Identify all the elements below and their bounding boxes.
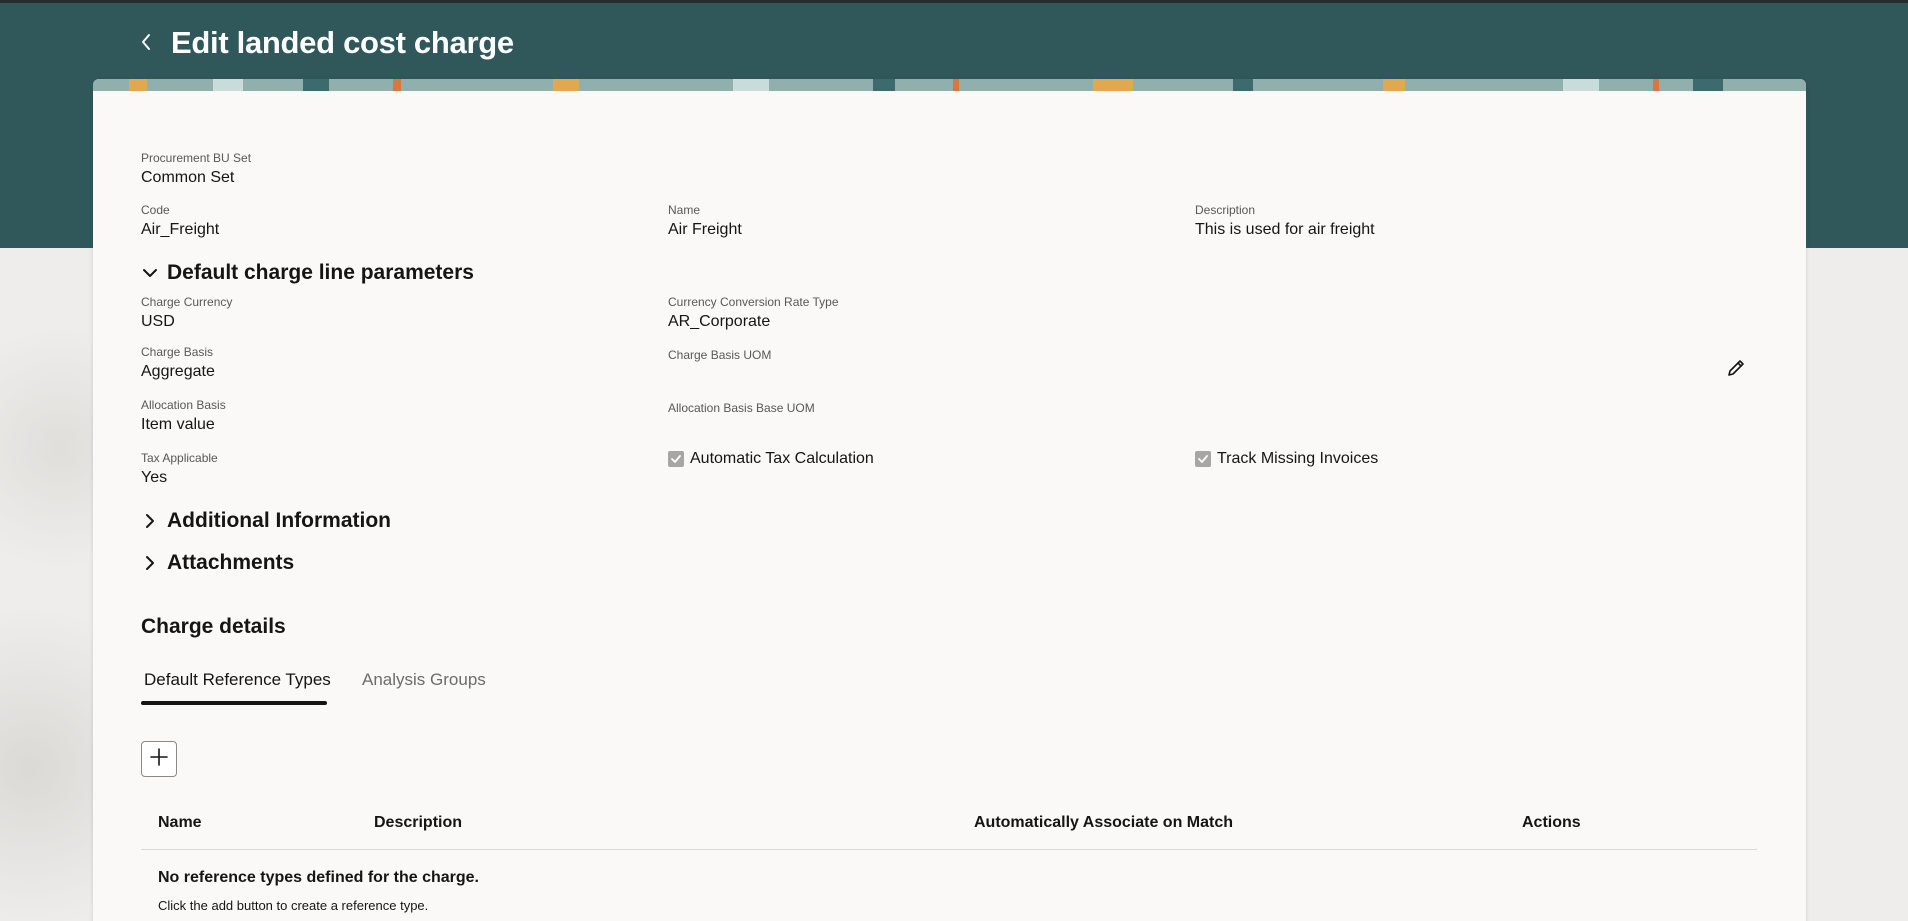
- charge-basis-field: Charge Basis Aggregate: [141, 345, 215, 383]
- empty-state-message: Click the add button to create a referen…: [158, 898, 429, 913]
- automatic-tax-calculation-checkbox[interactable]: Automatic Tax Calculation: [668, 450, 874, 468]
- tax-applicable-value: Yes: [141, 469, 168, 486]
- charge-currency-label: Charge Currency: [141, 295, 233, 309]
- name-label: Name: [668, 203, 701, 217]
- description-label: Description: [1195, 203, 1256, 217]
- attachments-toggle[interactable]: Attachments: [141, 549, 294, 577]
- charge-basis-uom-field: Charge Basis UOM: [668, 348, 771, 364]
- name-value: Air Freight: [668, 221, 742, 238]
- allocation-basis-label: Allocation Basis: [141, 398, 226, 412]
- allocation-basis-base-uom-label: Allocation Basis Base UOM: [668, 401, 815, 415]
- column-header-actions[interactable]: Actions: [1522, 812, 1581, 834]
- column-header-description[interactable]: Description: [374, 812, 462, 834]
- procurement-bu-set-label: Procurement BU Set: [141, 151, 252, 165]
- checkmark-icon: [1195, 451, 1211, 467]
- edit-button[interactable]: [1721, 355, 1751, 385]
- description-value: This is used for air freight: [1195, 221, 1375, 238]
- conversion-rate-type-label: Currency Conversion Rate Type: [668, 295, 839, 309]
- default-charge-section-toggle[interactable]: Default charge line parameters: [141, 259, 474, 287]
- add-reference-type-button[interactable]: [141, 741, 177, 777]
- allocation-basis-field: Allocation Basis Item value: [141, 398, 226, 436]
- additional-information-toggle[interactable]: Additional Information: [141, 507, 391, 535]
- chevron-right-icon: [141, 554, 159, 572]
- back-button[interactable]: [134, 29, 158, 59]
- checkmark-icon: [668, 451, 684, 467]
- charge-details-title: Charge details: [141, 615, 286, 638]
- tax-applicable-field: Tax Applicable Yes: [141, 451, 218, 489]
- column-header-auto-associate[interactable]: Automatically Associate on Match: [974, 812, 1233, 834]
- active-tab-indicator: [141, 701, 327, 705]
- tab-analysis-groups[interactable]: Analysis Groups: [362, 668, 486, 692]
- procurement-bu-set-field: Procurement BU Set Common Set: [141, 151, 251, 189]
- allocation-basis-base-uom-field: Allocation Basis Base UOM: [668, 401, 815, 417]
- procurement-bu-set-value: Common Set: [141, 169, 235, 186]
- chevron-down-icon: [141, 264, 159, 282]
- conversion-rate-type-value: AR_Corporate: [668, 313, 771, 330]
- charge-currency-field: Charge Currency USD: [141, 295, 232, 333]
- form-card: [93, 79, 1806, 921]
- code-value: Air_Freight: [141, 221, 220, 238]
- track-missing-invoices-label: Track Missing Invoices: [1217, 450, 1379, 467]
- conversion-rate-type-field: Currency Conversion Rate Type AR_Corpora…: [668, 295, 839, 333]
- chevron-left-icon: [140, 33, 152, 56]
- default-charge-section-title: Default charge line parameters: [167, 261, 474, 284]
- pencil-icon: [1725, 357, 1747, 384]
- chevron-right-icon: [141, 512, 159, 530]
- name-field: Name Air Freight: [668, 203, 742, 241]
- track-missing-invoices-checkbox[interactable]: Track Missing Invoices: [1195, 450, 1378, 468]
- table-divider: [141, 849, 1757, 850]
- decorative-banner: [93, 79, 1806, 91]
- description-field: Description This is used for air freight: [1195, 203, 1375, 241]
- automatic-tax-calculation-label: Automatic Tax Calculation: [690, 450, 874, 467]
- code-field: Code Air_Freight: [141, 203, 219, 241]
- charge-basis-label: Charge Basis: [141, 345, 214, 359]
- page-title: Edit landed cost charge: [171, 25, 514, 60]
- plus-icon: [149, 747, 169, 772]
- attachments-title: Attachments: [167, 551, 295, 574]
- tax-applicable-label: Tax Applicable: [141, 451, 218, 465]
- charge-currency-value: USD: [141, 313, 175, 330]
- additional-information-title: Additional Information: [167, 509, 391, 532]
- tab-default-reference-types[interactable]: Default Reference Types: [144, 668, 331, 692]
- charge-basis-uom-label: Charge Basis UOM: [668, 348, 772, 362]
- column-header-name[interactable]: Name: [158, 812, 202, 834]
- allocation-basis-value: Item value: [141, 416, 215, 433]
- code-label: Code: [141, 203, 170, 217]
- charge-basis-value: Aggregate: [141, 363, 215, 380]
- empty-state-title: No reference types defined for the charg…: [158, 869, 479, 886]
